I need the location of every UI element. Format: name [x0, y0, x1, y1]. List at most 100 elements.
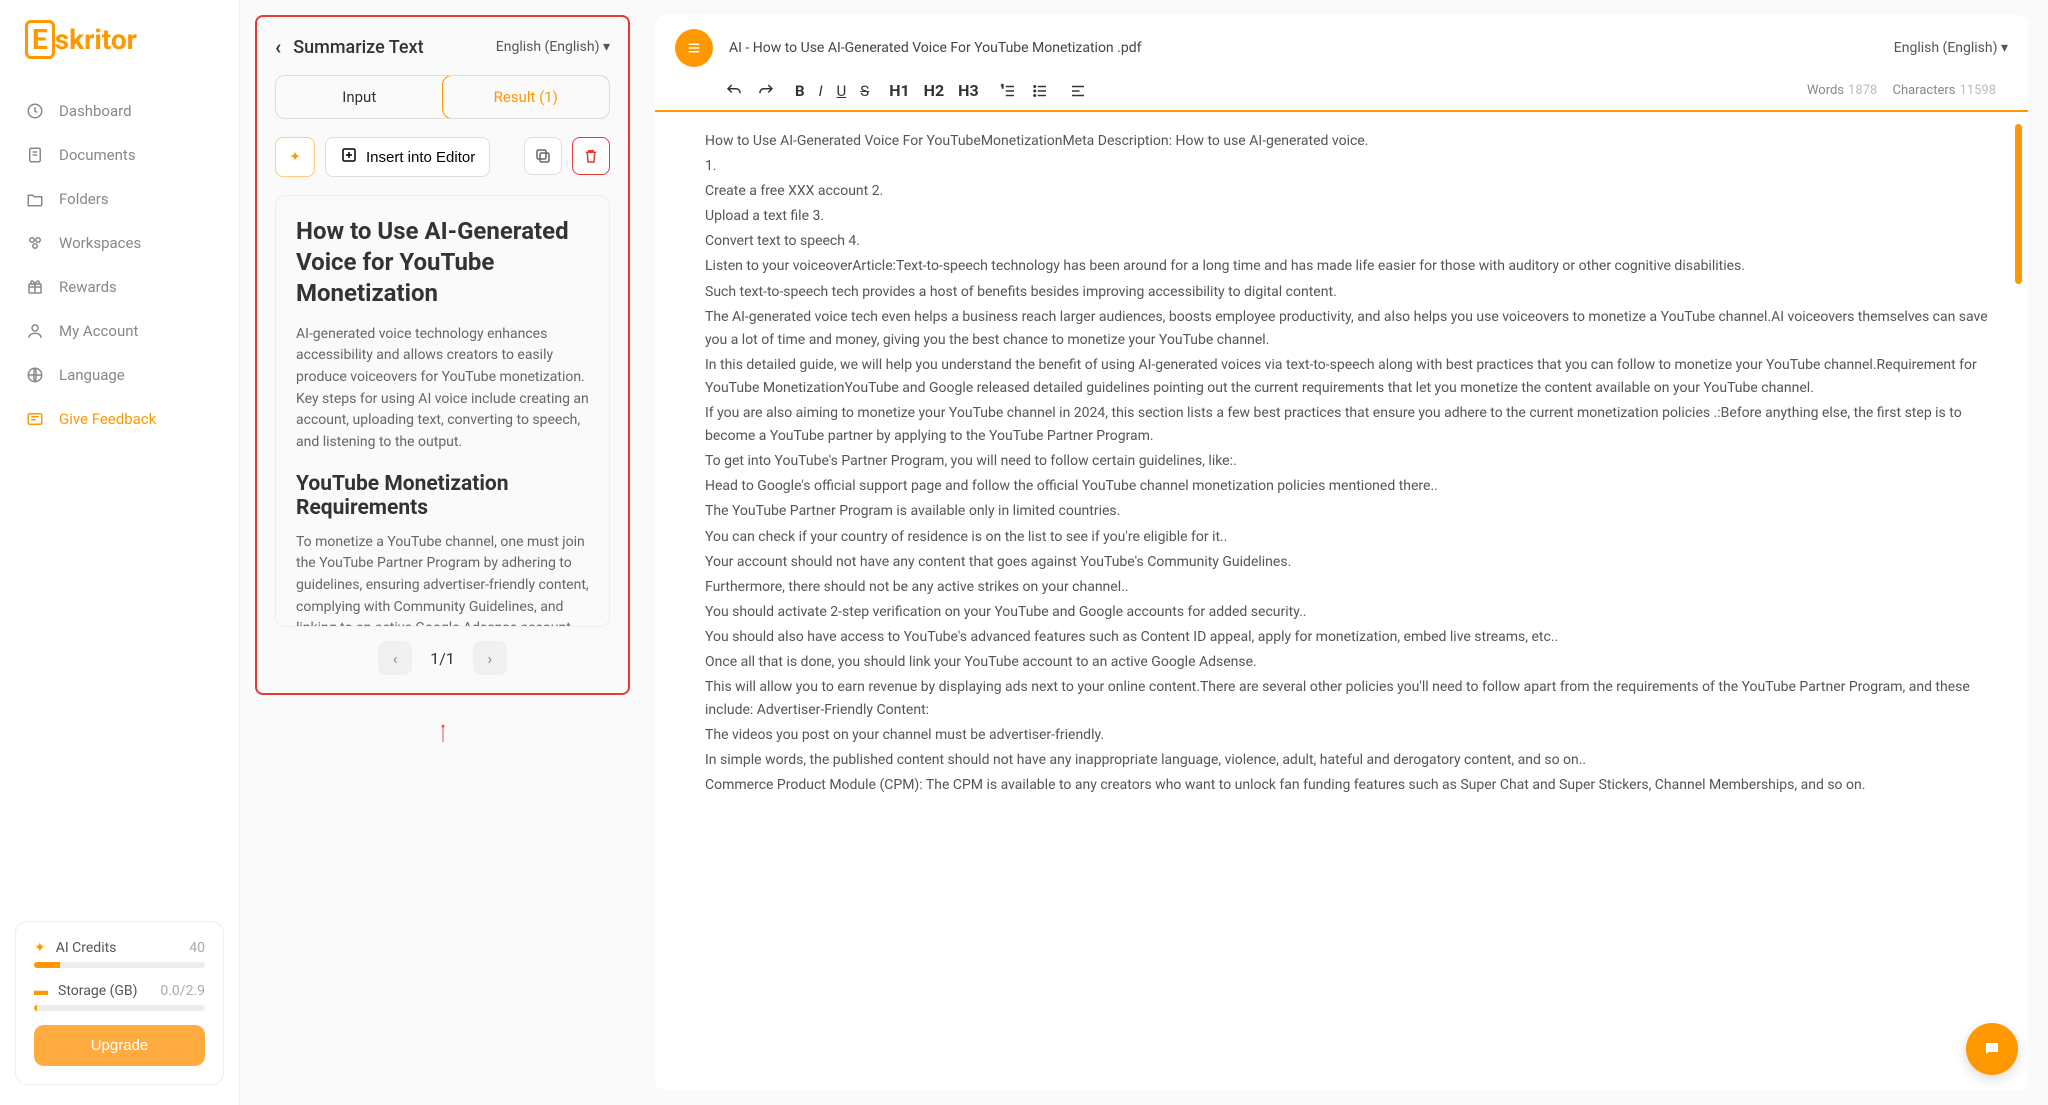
editor-line: The AI-generated voice tech even helps a… [705, 306, 1988, 352]
editor-line: Once all that is done, you should link y… [705, 651, 1988, 674]
editor-body[interactable]: How to Use AI-Generated Voice For YouTub… [655, 112, 2028, 1090]
editor-line: In simple words, the published content s… [705, 749, 1988, 772]
summary-heading-2: YouTube Monetization Requirements [296, 472, 589, 520]
nav-dashboard[interactable]: Dashboard [15, 89, 224, 133]
editor-line: 1. [705, 155, 1988, 178]
workspaces-icon [25, 233, 45, 253]
editor-line: The YouTube Partner Program is available… [705, 500, 1988, 523]
nav-account[interactable]: My Account [15, 309, 224, 353]
storage-bar [34, 1005, 205, 1011]
editor-line: Such text-to-speech tech provides a host… [705, 281, 1988, 304]
bullet-list-button[interactable] [1031, 82, 1049, 100]
pager-prev[interactable]: ‹ [378, 641, 412, 675]
summary-para-1: AI-generated voice technology enhances a… [296, 324, 589, 454]
editor-line: Convert text to speech 4. [705, 230, 1988, 253]
h3-button[interactable]: H3 [958, 81, 978, 100]
summary-para-2: To monetize a YouTube channel, one must … [296, 532, 589, 627]
editor-line: You can check if your country of residen… [705, 526, 1988, 549]
nav-workspaces[interactable]: Workspaces [15, 221, 224, 265]
editor-line: Listen to your voiceoverArticle:Text-to-… [705, 255, 1988, 278]
storage-value: 0.0/2.9 [160, 983, 205, 999]
panel-title: Summarize Text [293, 37, 484, 58]
copy-button[interactable] [524, 137, 562, 175]
nav-label: Folders [59, 190, 109, 208]
editor-line: To get into YouTube's Partner Program, y… [705, 450, 1988, 473]
result-card: How to Use AI-Generated Voice for YouTub… [275, 195, 610, 627]
credits-box: ✦ AI Credits 40 ▬ Storage (GB) 0.0/2.9 U… [15, 921, 224, 1085]
storage-icon: ▬ [34, 982, 48, 999]
ordered-list-button[interactable]: 1 [999, 82, 1017, 100]
toolbar: B I U S H1 H2 H3 1 Words18 [655, 75, 2028, 112]
upgrade-button[interactable]: Upgrade [34, 1025, 205, 1066]
scrollbar-thumb[interactable] [2015, 124, 2022, 284]
back-button[interactable]: ‹ [275, 35, 281, 59]
nav-label: Documents [59, 146, 136, 164]
tab-input[interactable]: Input [276, 76, 443, 118]
nav-label: Workspaces [59, 234, 141, 252]
summarize-panel: ‹ Summarize Text English (English) ▾ Inp… [240, 0, 645, 1105]
pager-text: 1/1 [430, 649, 455, 668]
editor-line: The videos you post on your channel must… [705, 724, 1988, 747]
pager: ‹ 1/1 › [275, 627, 610, 675]
redo-button[interactable] [757, 82, 775, 100]
editor-line: Commerce Product Module (CPM): The CPM i… [705, 774, 1988, 797]
storage-label: Storage (GB) [58, 983, 138, 999]
logo: Eskritor [15, 20, 224, 59]
credits-value: 40 [189, 940, 205, 956]
nav-label: Give Feedback [59, 410, 156, 428]
undo-button[interactable] [725, 82, 743, 100]
nav-folders[interactable]: Folders [15, 177, 224, 221]
nav-rewards[interactable]: Rewards [15, 265, 224, 309]
italic-button[interactable]: I [819, 82, 823, 100]
editor-line: Your account should not have any content… [705, 551, 1988, 574]
rewards-icon [25, 277, 45, 297]
nav-feedback[interactable]: Give Feedback [15, 397, 224, 441]
editor-line: This will allow you to earn revenue by d… [705, 676, 1988, 722]
underline-button[interactable]: U [837, 82, 847, 100]
stats: Words1878 Characters11598 [1807, 83, 2008, 98]
h2-button[interactable]: H2 [924, 81, 944, 100]
document-title: AI - How to Use AI-Generated Voice For Y… [729, 40, 1878, 56]
chat-button[interactable] [1966, 1023, 2018, 1075]
regenerate-button[interactable]: ✦ [275, 137, 315, 177]
dashboard-icon [25, 101, 45, 121]
h1-button[interactable]: H1 [889, 81, 909, 100]
editor-line: If you are also aiming to monetize your … [705, 402, 1988, 448]
editor-line: In this detailed guide, we will help you… [705, 354, 1988, 400]
insert-button[interactable]: Insert into Editor [325, 137, 490, 177]
nav-label: My Account [59, 322, 138, 340]
summary-heading-1: How to Use AI-Generated Voice for YouTub… [296, 216, 589, 310]
nav-label: Dashboard [59, 102, 132, 120]
sidebar: Eskritor Dashboard Documents Folders Wor… [0, 0, 240, 1105]
svg-text:1: 1 [1001, 84, 1004, 90]
align-button[interactable] [1069, 82, 1087, 100]
editor-line: Furthermore, there should not be any act… [705, 576, 1988, 599]
sparkle-icon: ✦ [34, 940, 46, 956]
delete-button[interactable] [572, 137, 610, 175]
feedback-icon [25, 409, 45, 429]
strike-button[interactable]: S [860, 82, 869, 100]
bold-button[interactable]: B [795, 82, 805, 100]
panel-tabs: Input Result (1) [275, 75, 610, 119]
editor-line: You should activate 2-step verification … [705, 601, 1988, 624]
credits-bar [34, 962, 205, 968]
editor-panel: AI - How to Use AI-Generated Voice For Y… [645, 0, 2048, 1105]
pager-next[interactable]: › [473, 641, 507, 675]
documents-icon [25, 145, 45, 165]
editor-line: Head to Google's official support page a… [705, 475, 1988, 498]
tab-result[interactable]: Result (1) [442, 75, 611, 119]
language-icon [25, 365, 45, 385]
insert-icon [340, 146, 358, 168]
editor-line: Upload a text file 3. [705, 205, 1988, 228]
document-icon [675, 29, 713, 67]
nav-language[interactable]: Language [15, 353, 224, 397]
panel-language-select[interactable]: English (English) ▾ [496, 39, 610, 55]
folders-icon [25, 189, 45, 209]
account-icon [25, 321, 45, 341]
editor-line: You should also have access to YouTube's… [705, 626, 1988, 649]
editor-line: Create a free XXX account 2. [705, 180, 1988, 203]
editor-language-select[interactable]: English (English) ▾ [1894, 40, 2008, 56]
annotation-arrow [255, 705, 630, 752]
nav-documents[interactable]: Documents [15, 133, 224, 177]
nav-label: Language [59, 366, 125, 384]
